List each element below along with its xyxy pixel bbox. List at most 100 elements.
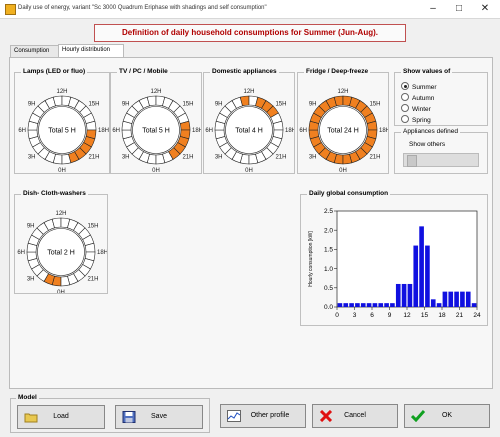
bar [360, 303, 366, 307]
window-title: Daily use of energy, variant "Sc 3000 Qu… [18, 5, 267, 11]
cancel-button[interactable]: Cancel [312, 404, 398, 428]
bar [454, 291, 459, 307]
clock-hour-label: 3H [122, 154, 130, 160]
clock-total: Total 4 H [235, 128, 263, 135]
bar [430, 299, 436, 307]
hourly-distribution-panel: Lamps (LED or fluo) Total 5 H 12H 0H 6H 18H 9… [9, 57, 493, 389]
y-tick-label: 2.0 [324, 227, 333, 234]
radio-label: Autumn [412, 95, 435, 102]
save-button[interactable]: Save [115, 405, 203, 429]
x-tick-label: 15 [421, 312, 429, 319]
clock-title: Fridge / Deep-freeze [304, 68, 371, 75]
tab-hourly-distribution[interactable]: Hourly distribution [58, 44, 124, 58]
clock-hour-label: 0H [152, 168, 160, 173]
clock-hour-label: 21H [87, 276, 98, 282]
radio-autumn[interactable]: Autumn [401, 93, 434, 102]
clock-hour-label: 6H [18, 128, 26, 134]
ok-button[interactable]: OK [404, 404, 490, 428]
bar [372, 303, 378, 307]
clock-dish-cloth-washers[interactable]: Total 2 H 12H 0H 6H 18H 9H 15H 3H 21H [15, 195, 108, 296]
bar [425, 245, 430, 307]
slider-handle[interactable] [407, 155, 417, 167]
app-icon [5, 4, 16, 15]
y-tick-label: 1.0 [324, 266, 333, 273]
tab-consumption[interactable]: Consumption [10, 45, 62, 57]
clock-hour-label: 15H [182, 102, 193, 108]
clock-hour-label: 18H [192, 128, 201, 134]
clock-hour-label: 6H [205, 128, 213, 134]
clock-hour-label: 6H [299, 128, 307, 134]
y-tick-label: 2.5 [324, 208, 333, 215]
radio-summer[interactable]: Summer [401, 82, 437, 91]
load-button[interactable]: Load [17, 405, 105, 429]
clock-hour-label: 18H [98, 128, 109, 134]
bar [419, 226, 424, 307]
clock-group-domestic-appliances: Domestic appliances Total 4 H 12H 0H 6H 18H 9… [203, 68, 296, 174]
clock-hour-label: 9H [122, 102, 130, 108]
bar [349, 303, 354, 307]
clock-hour-label: 3H [28, 154, 36, 160]
appliances-defined-title: Appliances defined [401, 128, 460, 135]
model-group: Model Load Save [10, 394, 210, 433]
clock-title: Domestic appliances [210, 68, 279, 75]
y-tick-label: 0.0 [324, 304, 333, 311]
radio-spring[interactable]: Spring [401, 115, 431, 124]
clock-hour-label: 6H [17, 250, 25, 256]
clock-hour-label: 12H [337, 89, 348, 95]
radio-icon [401, 104, 409, 112]
close-button[interactable]: ✕ [472, 0, 498, 18]
radio-label: Winter [412, 106, 431, 113]
ok-label: OK [441, 412, 453, 419]
clock-group-tv-pc-mobile: TV / PC / Mobile Total 5 H 12H 0H 6H 18H 9H 15… [110, 68, 203, 174]
bar [384, 303, 389, 307]
daily-consumption-group: Daily global consumption 0 3 6 9 12 15 18 21 24 0… [300, 190, 488, 326]
clock-domestic-appliances[interactable]: Total 4 H 12H 0H 6H 18H 9H 15H 3H 21H [204, 73, 296, 174]
clock-lamps[interactable]: Total 5 H 12H 0H 6H 18H 9H 15H 3H 21H [15, 73, 109, 174]
bar [390, 303, 395, 307]
clock-hour-label: 0H [57, 290, 65, 293]
show-values-group: Show values of Summer Autumn Winter Spri… [394, 68, 488, 126]
minimize-button[interactable]: – [420, 0, 446, 18]
x-tick-label: 9 [388, 312, 392, 319]
bar [448, 291, 454, 307]
clock-hour-label: 9H [309, 102, 317, 108]
clock-fridge-deep-freeze[interactable]: Total 24 H 12H 0H 6H 18H 9H 15H 3H 21H [298, 73, 390, 174]
show-others-slider[interactable] [403, 153, 479, 167]
cancel-label: Cancel [344, 412, 366, 419]
clock-hour-label: 21H [182, 154, 193, 160]
clock-hour-label: 18H [285, 128, 294, 134]
radio-label: Summer [412, 84, 437, 91]
bar [413, 245, 419, 307]
y-tick-label: 1.5 [324, 247, 333, 254]
clock-hour-label: 12H [55, 211, 66, 217]
clock-hour-label: 12H [150, 89, 161, 95]
bar [460, 291, 465, 307]
clock-hour-label: 3H [215, 154, 223, 160]
bar [355, 303, 360, 307]
clock-title: Dish- Cloth-washers [21, 190, 88, 197]
y-axis-label: Hourly consumption [kW] [308, 231, 314, 287]
clock-total: Total 24 H [327, 128, 359, 135]
x-tick-label: 12 [403, 312, 411, 319]
bar [395, 283, 401, 307]
x-tick-label: 3 [353, 312, 357, 319]
clock-hour-label: 3H [309, 154, 317, 160]
radio-winter[interactable]: Winter [401, 104, 431, 113]
radio-icon [401, 115, 409, 123]
bar [407, 283, 413, 307]
maximize-button[interactable]: □ [446, 0, 472, 18]
x-tick-label: 0 [335, 312, 339, 319]
clock-tv-pc-mobile[interactable]: Total 5 H 12H 0H 6H 18H 9H 15H 3H 21H [111, 73, 203, 174]
clock-total: Total 2 H [47, 250, 75, 257]
y-tick-label: 0.5 [324, 285, 333, 292]
clock-title: Lamps (LED or fluo) [21, 68, 88, 75]
clock-hour-label: 0H [339, 168, 347, 173]
clock-hour-label: 21H [88, 154, 99, 160]
clock-hour-label: 6H [112, 128, 120, 134]
radio-label: Spring [412, 117, 431, 124]
other-profile-button[interactable]: Other profile [220, 404, 306, 428]
clock-hour-label: 9H [27, 224, 35, 230]
clock-hour-label: 9H [28, 102, 36, 108]
clock-total: Total 5 H [142, 128, 170, 135]
x-tick-label: 24 [473, 312, 481, 319]
